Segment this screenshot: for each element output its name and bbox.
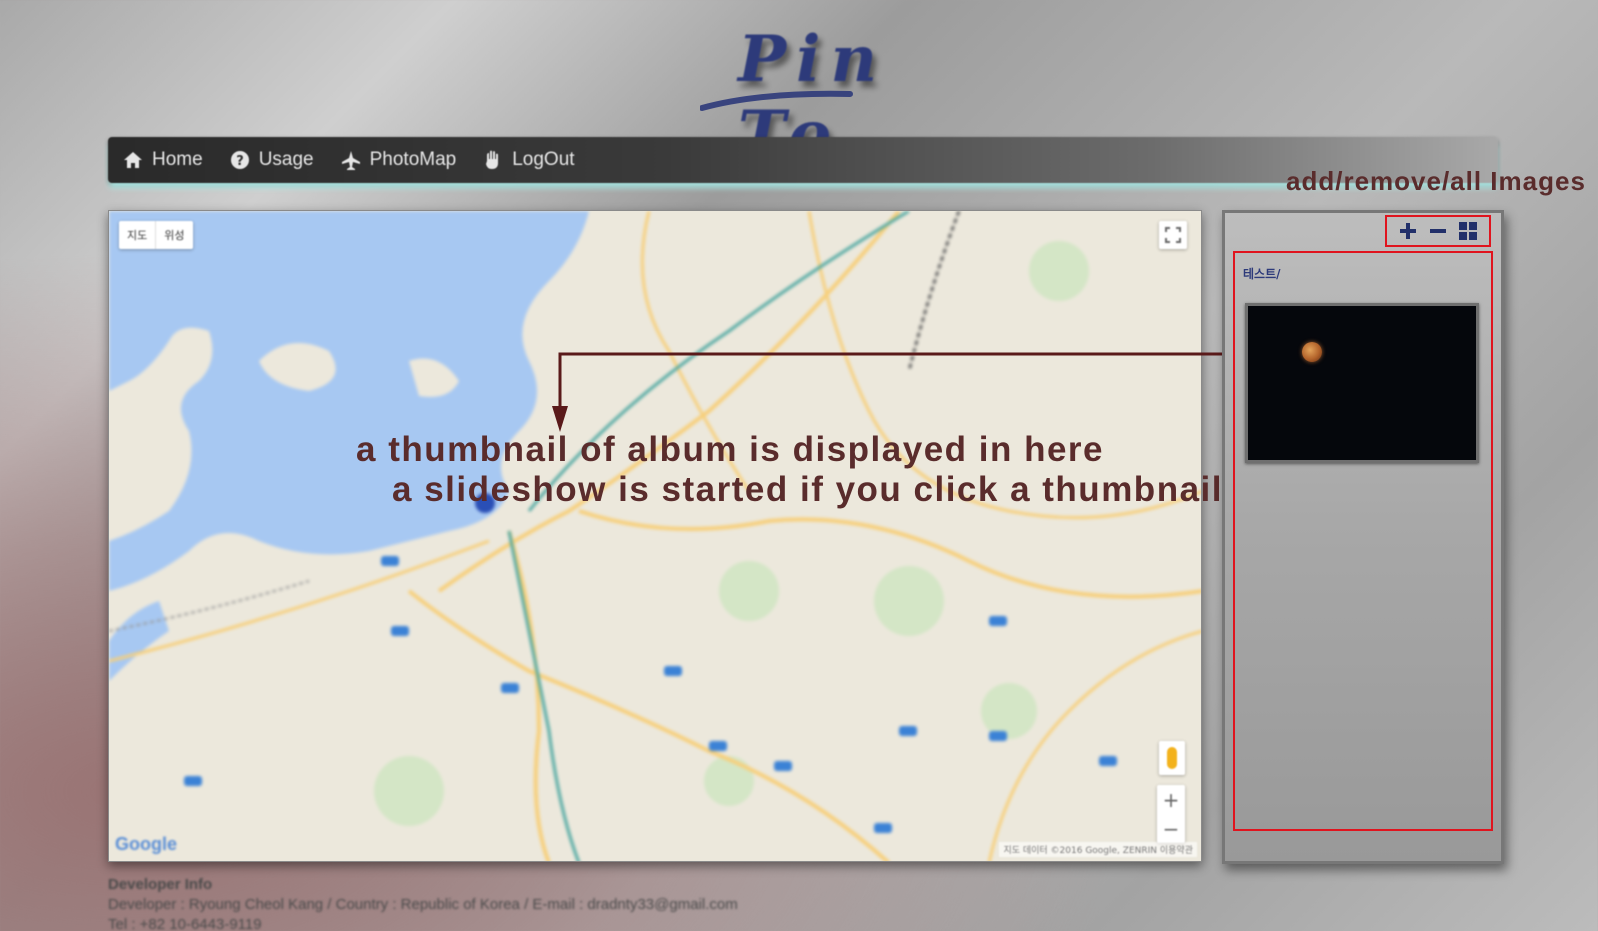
nav-photomap-label: PhotoMap [369,149,457,170]
nav-logout[interactable]: LogOut [482,149,575,171]
plane-icon [340,149,362,171]
annotation-thumbnail-line2: a slideshow is started if you click a th… [392,470,1223,509]
pegman-icon [1167,747,1177,769]
map-type-control: 지도 위성 [119,221,193,249]
developer-info: Developer Info Developer : Ryoung Cheol … [108,876,738,931]
add-image-button[interactable] [1397,220,1419,242]
remove-image-button[interactable] [1427,220,1449,242]
logo-swoosh [700,90,853,111]
album-sidebar: 테스트/ [1222,210,1504,864]
nav-home[interactable]: Home [122,149,203,171]
annotation-tools: add/remove/all Images [1286,166,1586,196]
question-icon: ? [229,149,251,171]
album-thumbnail[interactable] [1245,303,1479,463]
thumbnail-image-moon [1302,342,1322,362]
nav-photomap[interactable]: PhotoMap [340,149,457,171]
plus-icon [1400,223,1416,239]
album-name[interactable]: 테스트/ [1243,265,1281,282]
map-type-satellite[interactable]: 위성 [155,221,192,249]
nav-home-label: Home [152,149,203,170]
street-view-pegman[interactable] [1159,741,1185,775]
zoom-out-button[interactable]: − [1163,817,1180,841]
all-images-button[interactable] [1457,220,1479,242]
annotation-thumbnail-line1: a thumbnail of album is displayed in her… [356,430,1105,469]
fullscreen-button[interactable] [1159,221,1187,249]
nav-usage[interactable]: ? Usage [229,149,314,171]
svg-text:?: ? [236,154,244,169]
nav-usage-label: Usage [258,149,314,170]
map-type-roadmap[interactable]: 지도 [119,221,155,249]
image-tools [1385,215,1491,247]
grid-icon [1459,222,1477,240]
footer-line1: Developer : Ryoung Cheol Kang / Country … [108,896,738,913]
map-attribution: 지도 데이터 ©2016 Google, ZENRIN 이용약관 [999,842,1197,857]
minus-icon [1430,229,1446,233]
map-tiles [109,211,1201,861]
footer-title: Developer Info [108,876,213,893]
footer-line2: Tel : +82 10-6443-9119 [108,916,262,931]
home-icon [122,149,144,171]
google-logo: Google [115,834,177,854]
app-logo: Pin To [700,22,980,172]
album-list: 테스트/ [1233,251,1493,831]
photo-map[interactable]: 지도 위성 + − Google 지도 데이터 ©2016 Google, ZE… [108,210,1202,862]
nav-logout-label: LogOut [512,149,575,170]
hand-icon [482,149,504,171]
fullscreen-icon [1165,227,1181,243]
zoom-in-button[interactable]: + [1163,788,1180,812]
zoom-control: + − [1157,785,1185,843]
